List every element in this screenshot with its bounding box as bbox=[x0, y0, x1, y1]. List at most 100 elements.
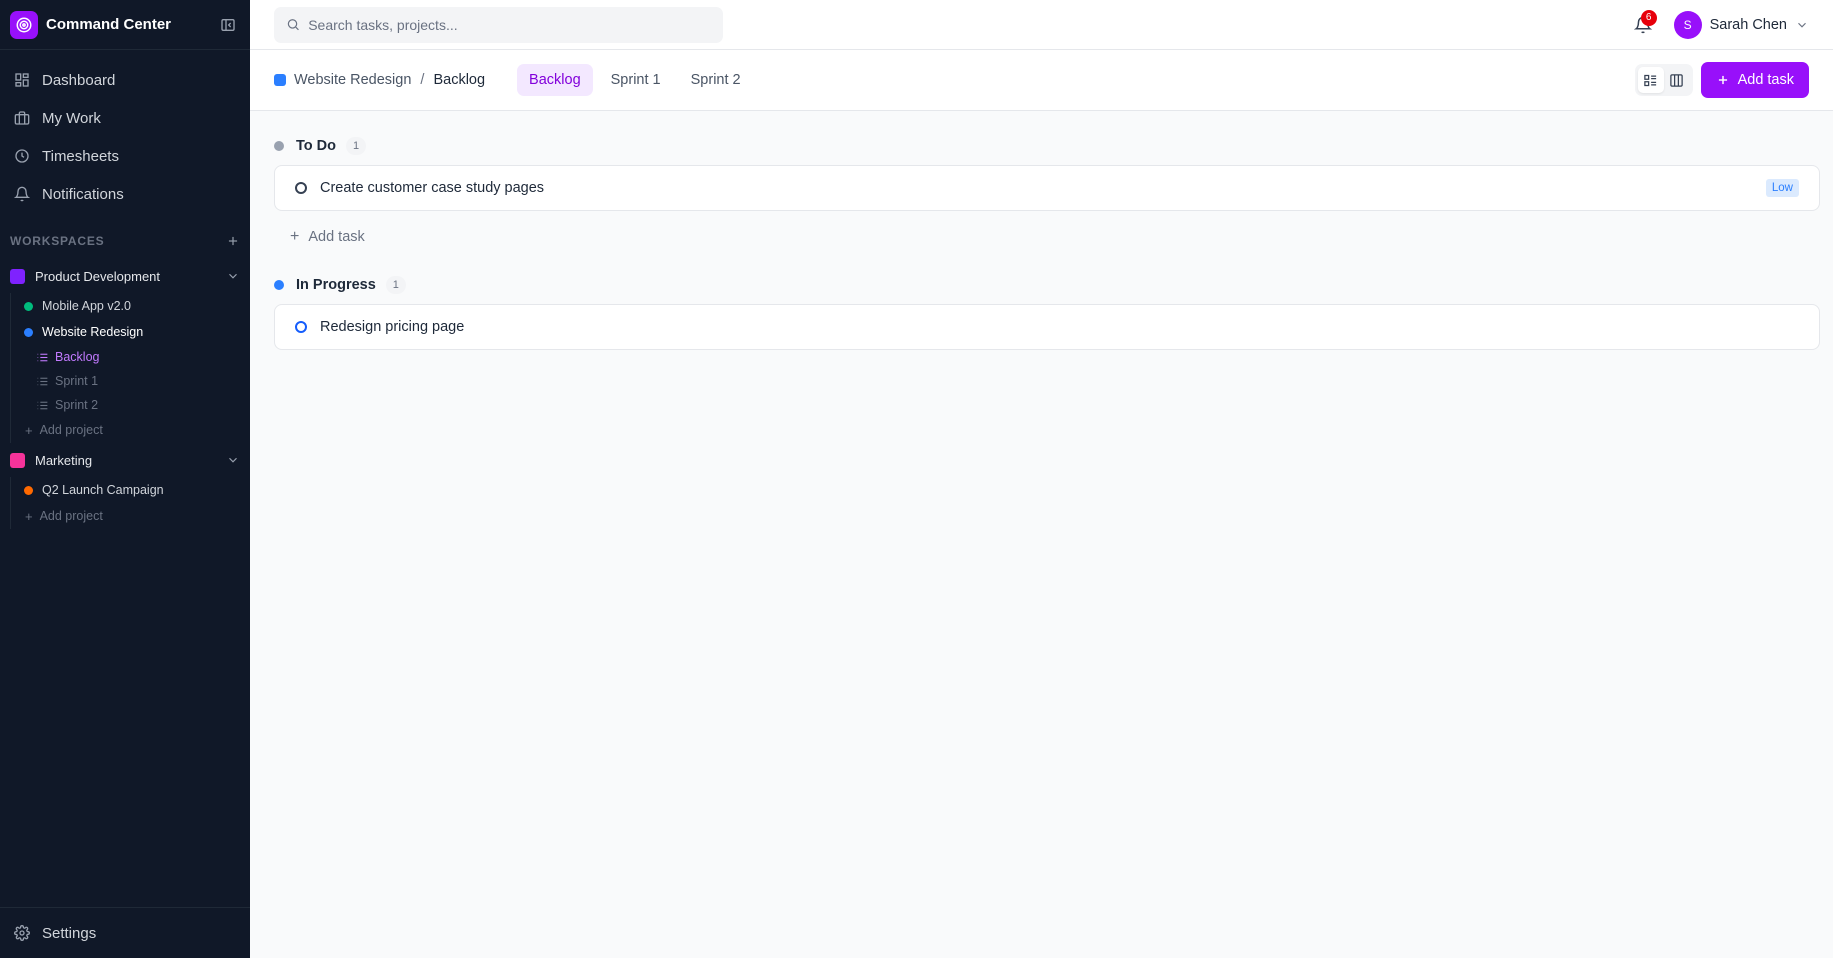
project-name: Q2 Launch Campaign bbox=[42, 483, 164, 497]
project-color-square bbox=[274, 74, 286, 86]
target-icon bbox=[16, 17, 32, 32]
add-task-button[interactable]: Add task bbox=[1700, 62, 1809, 98]
add-task-inline-button[interactable]: + Add task bbox=[274, 224, 1820, 250]
project-mobile-app[interactable]: Mobile App v2.0 bbox=[11, 293, 250, 319]
breadcrumb-project[interactable]: Website Redesign bbox=[294, 72, 411, 88]
list-icon bbox=[37, 401, 48, 409]
workspace-name: Product Development bbox=[35, 268, 161, 284]
workspace-color-square bbox=[10, 452, 25, 468]
workspace-row[interactable]: Marketing bbox=[0, 447, 250, 473]
group-header[interactable]: To Do 1 bbox=[274, 135, 1820, 157]
plus-icon bbox=[1718, 75, 1727, 85]
task-status-circle-icon[interactable] bbox=[295, 321, 307, 333]
add-task-label: Add task bbox=[308, 229, 365, 245]
breadcrumb-separator: / bbox=[420, 72, 425, 88]
gear-icon bbox=[14, 925, 30, 941]
briefcase-icon bbox=[14, 111, 30, 125]
list-item-backlog[interactable]: Backlog bbox=[11, 345, 250, 369]
task-row[interactable]: Create customer case study pages Low bbox=[274, 165, 1820, 211]
collapse-sidebar-button[interactable] bbox=[216, 13, 240, 37]
tab-sprint-2[interactable]: Sprint 2 bbox=[679, 64, 753, 96]
list-view-icon bbox=[1644, 74, 1657, 86]
workspace-projects: Q2 Launch Campaign + Add project bbox=[10, 477, 250, 529]
list-name: Backlog bbox=[55, 350, 100, 364]
sidebar-header: Command Center bbox=[0, 0, 250, 50]
dashboard-icon bbox=[15, 73, 29, 87]
bell-icon bbox=[14, 186, 30, 202]
plus-icon: + bbox=[25, 422, 33, 438]
group-to-do: To Do 1 Create customer case study pages… bbox=[274, 135, 1820, 250]
workspaces-header: WORKSPACES bbox=[0, 229, 250, 253]
add-project-label: Add project bbox=[39, 423, 103, 437]
nav-label: Dashboard bbox=[42, 71, 116, 89]
topbar: 6 S Sarah Chen bbox=[250, 0, 1833, 50]
project-website-redesign[interactable]: Website Redesign bbox=[11, 319, 250, 345]
main-nav: Dashboard My Work Timesheets Notificatio… bbox=[0, 50, 250, 213]
list-icon bbox=[37, 377, 48, 385]
task-status-circle-icon[interactable] bbox=[295, 182, 307, 194]
project-name: Mobile App v2.0 bbox=[42, 299, 131, 313]
search-box[interactable] bbox=[274, 6, 723, 43]
project-name: Website Redesign bbox=[42, 325, 144, 339]
notifications-button[interactable]: 6 bbox=[1628, 9, 1658, 40]
notification-count-badge: 6 bbox=[1640, 9, 1657, 26]
list-view-button[interactable] bbox=[1637, 67, 1664, 93]
project-color-dot bbox=[24, 485, 33, 495]
view-toggle bbox=[1634, 64, 1693, 96]
project-q2-launch-campaign[interactable]: Q2 Launch Campaign bbox=[11, 477, 250, 503]
workspace-marketing: Marketing Q2 Launch Campaign + Add proje… bbox=[0, 447, 250, 529]
list-item-sprint-1[interactable]: Sprint 1 bbox=[11, 369, 250, 393]
search-input[interactable] bbox=[308, 16, 711, 33]
nav-label: Notifications bbox=[42, 185, 124, 203]
tab-backlog[interactable]: Backlog bbox=[517, 64, 593, 96]
workspace-product-development: Product Development Mobile App v2.0 Webs… bbox=[0, 263, 250, 443]
add-project-button[interactable]: + Add project bbox=[11, 417, 250, 443]
sidebar: Command Center Dashboard My Work Timeshe… bbox=[0, 0, 250, 958]
user-menu[interactable]: S Sarah Chen bbox=[1673, 10, 1809, 39]
tab-sprint-1[interactable]: Sprint 1 bbox=[599, 64, 673, 96]
sidebar-collapse-icon bbox=[221, 18, 235, 31]
clock-icon bbox=[15, 149, 29, 163]
group-count-badge: 1 bbox=[385, 276, 406, 294]
app-title: Command Center bbox=[46, 16, 172, 33]
add-project-button[interactable]: + Add project bbox=[11, 503, 250, 529]
chevron-down-icon bbox=[1798, 22, 1806, 28]
status-dot bbox=[274, 141, 284, 151]
list-icon bbox=[37, 353, 48, 361]
app-logo[interactable] bbox=[10, 10, 38, 39]
plus-icon: + bbox=[25, 508, 33, 524]
chevron-down-icon[interactable] bbox=[226, 453, 240, 467]
list-item-sprint-2[interactable]: Sprint 2 bbox=[11, 393, 250, 417]
search-icon bbox=[287, 19, 299, 31]
list-name: Sprint 2 bbox=[55, 398, 99, 412]
group-title: In Progress bbox=[296, 277, 376, 293]
board-view-button[interactable] bbox=[1664, 67, 1690, 93]
group-title: To Do bbox=[296, 138, 336, 154]
task-title: Redesign pricing page bbox=[320, 319, 465, 335]
settings-label: Settings bbox=[42, 924, 97, 942]
project-header: Website Redesign / Backlog Backlog Sprin… bbox=[250, 50, 1833, 111]
nav-item-dashboard[interactable]: Dashboard bbox=[0, 61, 250, 99]
status-dot bbox=[274, 280, 284, 290]
avatar: S bbox=[1673, 10, 1702, 39]
group-header[interactable]: In Progress 1 bbox=[274, 274, 1820, 296]
task-list: To Do 1 Create customer case study pages… bbox=[250, 111, 1833, 350]
add-workspace-icon[interactable] bbox=[226, 234, 240, 248]
list-name: Sprint 1 bbox=[55, 374, 99, 388]
nav-label: My Work bbox=[42, 109, 101, 127]
breadcrumb-current: Backlog bbox=[433, 72, 486, 88]
settings-button[interactable]: Settings bbox=[0, 907, 250, 958]
task-row[interactable]: Redesign pricing page bbox=[274, 304, 1820, 350]
priority-badge: Low bbox=[1765, 179, 1799, 197]
project-color-dot bbox=[24, 301, 33, 311]
nav-item-timesheets[interactable]: Timesheets bbox=[0, 137, 250, 175]
task-title: Create customer case study pages bbox=[320, 180, 545, 196]
plus-icon: + bbox=[290, 228, 300, 245]
list-tabs: Backlog Sprint 1 Sprint 2 bbox=[517, 64, 759, 96]
add-task-label: Add task bbox=[1737, 72, 1794, 88]
add-project-label: Add project bbox=[39, 509, 103, 523]
nav-item-notifications[interactable]: Notifications bbox=[0, 175, 250, 213]
chevron-down-icon[interactable] bbox=[226, 269, 240, 283]
nav-item-my-work[interactable]: My Work bbox=[0, 99, 250, 137]
workspace-row[interactable]: Product Development bbox=[0, 263, 250, 289]
